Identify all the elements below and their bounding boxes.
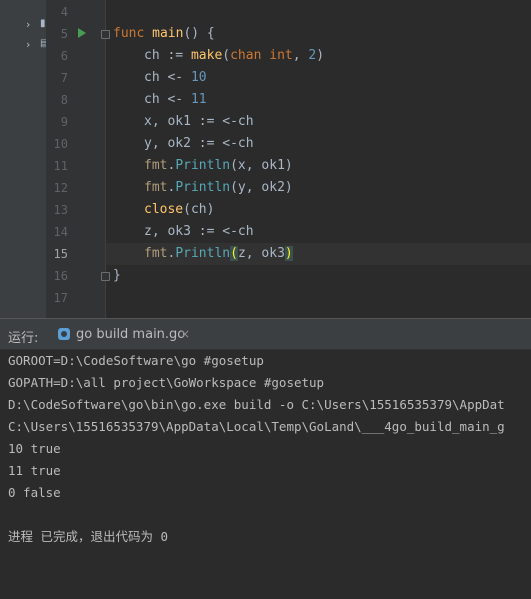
line-number: 16 <box>53 269 68 283</box>
code-line-7[interactable]: ch <- 10 <box>144 67 207 89</box>
code-line-9[interactable]: x, ok1 := <-ch <box>144 111 254 133</box>
console-line: 11 true <box>8 463 61 478</box>
chevron-right-icon[interactable]: › <box>26 38 30 51</box>
function-call: Println <box>175 158 231 173</box>
code-text: z, ok3 <box>237 246 285 261</box>
code-line-15[interactable]: fmt.Println(z, ok3) <box>144 243 293 265</box>
console-line: 0 false <box>8 485 61 500</box>
code-text: (y, ok2) <box>230 180 293 195</box>
code-line-12[interactable]: fmt.Println(y, ok2) <box>144 177 293 199</box>
line-number: 12 <box>53 181 68 195</box>
builtin-call: make <box>190 48 223 63</box>
console-exit-message: 进程 已完成，退出代码为 0 <box>8 529 169 544</box>
line-number: 9 <box>60 115 68 129</box>
code-line-16[interactable]: } <box>113 265 121 287</box>
line-number: 7 <box>60 71 68 85</box>
code-text: () { <box>183 26 215 41</box>
line-number: 6 <box>60 49 68 63</box>
console-output[interactable]: GOROOT=D:\CodeSoftware\go #gosetup GOPAT… <box>0 350 531 599</box>
code-line-13[interactable]: close(ch) <box>144 199 214 221</box>
function-call: Println <box>175 180 231 195</box>
code-editor[interactable]: › ▮ › ▤ 4 5 6 7 8 9 10 11 12 13 14 15 16… <box>0 0 531 318</box>
function-call: Println <box>175 246 231 261</box>
keyword: func <box>113 26 145 41</box>
code-text: , <box>292 48 309 63</box>
line-number: 13 <box>53 203 68 217</box>
code-line-5[interactable]: func main() { <box>113 23 215 45</box>
folder-icon: ▮ <box>40 18 46 29</box>
project-tree-strip[interactable]: › ▮ › ▤ <box>0 0 49 318</box>
code-text: ch <- <box>144 70 191 85</box>
code-line-8[interactable]: ch <- 11 <box>144 89 207 111</box>
go-file-icon <box>58 328 70 340</box>
run-tool-window: 运行: go build main.go × GOROOT=D:\CodeSof… <box>0 318 531 599</box>
package-name: fmt <box>144 158 168 173</box>
number-literal: 11 <box>190 92 207 107</box>
fold-marker-icon[interactable] <box>101 30 110 39</box>
package-name: fmt <box>144 180 168 195</box>
tree-node-1[interactable]: › ▮ <box>26 18 46 32</box>
line-number: 4 <box>60 5 68 19</box>
code-text: (ch) <box>183 202 215 217</box>
code-text: ) <box>316 48 325 63</box>
line-number: 11 <box>53 159 68 173</box>
console-line: C:\Users\15516535379\AppData\Local\Temp\… <box>8 419 505 434</box>
line-number: 14 <box>53 225 68 239</box>
function-name: main <box>152 26 184 41</box>
matched-paren: ) <box>284 246 293 261</box>
line-number: 17 <box>53 291 68 305</box>
matched-paren: ( <box>230 246 238 261</box>
chevron-right-icon[interactable]: › <box>26 18 30 31</box>
code-text: (x, ok1) <box>230 158 293 173</box>
code-line-10[interactable]: y, ok2 := <-ch <box>144 133 254 155</box>
console-line: GOROOT=D:\CodeSoftware\go #gosetup <box>8 353 264 368</box>
close-icon[interactable]: × <box>180 327 190 341</box>
console-line: 10 true <box>8 441 61 456</box>
number-literal: 10 <box>190 70 207 85</box>
keyword: chan <box>230 48 262 63</box>
tab-go-build[interactable]: go build main.go × <box>54 319 198 349</box>
line-number: 5 <box>60 27 68 41</box>
console-line: D:\CodeSoftware\go\bin\go.exe build -o C… <box>8 397 505 412</box>
line-number-current: 15 <box>53 247 68 261</box>
run-triangle-icon[interactable] <box>78 28 86 38</box>
code-line-14[interactable]: z, ok3 := <-ch <box>144 221 254 243</box>
tree-node-2[interactable]: › ▤ <box>26 38 49 52</box>
package-name: fmt <box>144 246 168 261</box>
code-text: ch <- <box>144 92 191 107</box>
fold-marker-icon[interactable] <box>101 272 110 281</box>
builtin-call: close <box>144 202 184 217</box>
run-label: 运行: <box>8 331 39 346</box>
code-text: ( <box>222 48 231 63</box>
code-line-11[interactable]: fmt.Println(x, ok1) <box>144 155 293 177</box>
line-number: 10 <box>53 137 68 151</box>
line-number: 8 <box>60 93 68 107</box>
console-line: GOPATH=D:\all project\GoWorkspace #goset… <box>8 375 325 390</box>
code-text: ch := <box>144 48 191 63</box>
run-header: 运行: go build main.go × <box>0 319 531 350</box>
gutter-divider <box>105 0 106 318</box>
code-line-6[interactable]: ch := make(chan int, 2) <box>144 45 324 67</box>
keyword: int <box>269 48 293 63</box>
tab-label: go build main.go <box>76 327 186 342</box>
